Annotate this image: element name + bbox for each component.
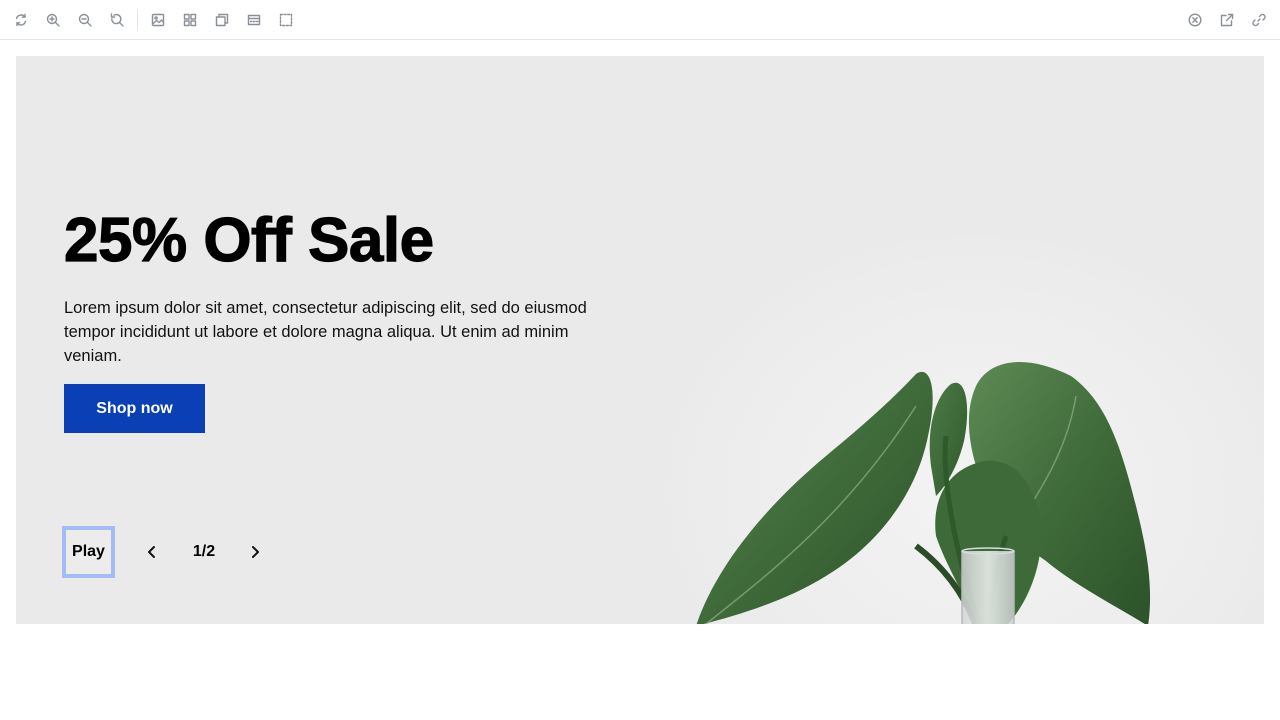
grid-icon[interactable]	[180, 10, 200, 30]
image-icon[interactable]	[148, 10, 168, 30]
slide-counter: 1/2	[192, 543, 216, 560]
link-icon[interactable]	[1249, 10, 1269, 30]
chevron-left-icon	[148, 546, 155, 558]
hero-banner: 25% Off Sale Lorem ipsum dolor sit amet,…	[16, 56, 1264, 624]
refresh-icon[interactable]	[11, 10, 31, 30]
reset-zoom-icon[interactable]	[107, 10, 127, 30]
layers-icon[interactable]	[212, 10, 232, 30]
zoom-out-icon[interactable]	[75, 10, 95, 30]
zoom-in-icon[interactable]	[43, 10, 63, 30]
close-icon[interactable]	[1185, 10, 1205, 30]
hero-description: Lorem ipsum dolor sit amet, consectetur …	[64, 299, 587, 365]
select-icon[interactable]	[276, 10, 296, 30]
hero-title: 25% Off Sale	[63, 205, 434, 275]
play-button[interactable]: Play	[62, 526, 115, 578]
banner-icon[interactable]	[244, 10, 264, 30]
external-link-icon[interactable]	[1217, 10, 1237, 30]
previous-slide-button[interactable]	[141, 541, 163, 563]
shop-now-button[interactable]: Shop now	[64, 384, 205, 433]
toolbar	[0, 0, 1280, 40]
toolbar-divider	[137, 10, 138, 30]
plant-in-vase-image	[696, 362, 1151, 624]
chevron-right-icon	[252, 546, 259, 558]
next-slide-button[interactable]	[244, 541, 266, 563]
